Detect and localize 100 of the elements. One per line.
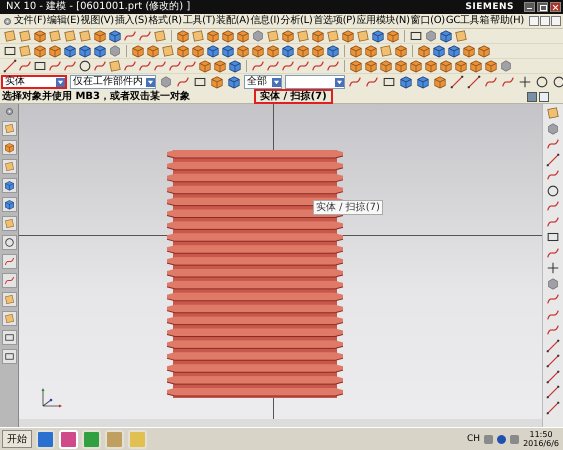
menu-item[interactable]: 视图(V) xyxy=(80,15,114,27)
cube-icon[interactable] xyxy=(131,44,145,58)
cube-icon[interactable] xyxy=(469,59,483,73)
caret-icon[interactable] xyxy=(57,78,64,86)
cube-icon[interactable] xyxy=(379,59,393,73)
curve-icon[interactable] xyxy=(546,292,560,306)
filter-dropdown[interactable]: 实体 xyxy=(1,75,67,89)
cube-icon[interactable] xyxy=(228,59,242,73)
line-icon[interactable] xyxy=(546,338,560,352)
curve-icon[interactable] xyxy=(176,75,190,89)
curve-icon[interactable] xyxy=(123,29,137,43)
sheet-icon[interactable] xyxy=(18,44,32,58)
filter-dropdown[interactable] xyxy=(285,75,345,89)
rectangle-icon[interactable] xyxy=(193,75,207,89)
curve-icon[interactable] xyxy=(546,137,560,151)
cube-icon[interactable] xyxy=(439,29,453,43)
gear-icon[interactable] xyxy=(4,106,14,117)
line-icon[interactable] xyxy=(450,75,464,89)
menu-item[interactable]: 工具(T) xyxy=(182,15,216,27)
curve-icon[interactable] xyxy=(546,246,560,260)
curve-icon[interactable] xyxy=(546,214,560,228)
menu-item[interactable]: 分析(L) xyxy=(280,15,312,27)
circle-icon[interactable] xyxy=(535,75,549,89)
cube-icon[interactable] xyxy=(206,44,220,58)
curve-icon[interactable] xyxy=(266,59,280,73)
start-button[interactable]: 开始 xyxy=(2,430,32,448)
cube-icon[interactable] xyxy=(227,75,241,89)
curve-icon[interactable] xyxy=(183,59,197,73)
cube-icon[interactable] xyxy=(296,44,310,58)
cube-icon[interactable] xyxy=(191,44,205,58)
gear-icon[interactable] xyxy=(2,16,13,26)
curve-icon[interactable] xyxy=(296,59,310,73)
circle-icon[interactable] xyxy=(546,184,560,198)
sheet-icon[interactable] xyxy=(379,44,393,58)
cube-icon[interactable] xyxy=(146,44,160,58)
curve-icon[interactable] xyxy=(546,308,560,322)
menu-item[interactable]: 文件(F) xyxy=(14,15,46,27)
sheet-icon[interactable] xyxy=(108,59,122,73)
cube-icon[interactable] xyxy=(198,59,212,73)
curve-icon[interactable] xyxy=(123,59,137,73)
cube-icon[interactable] xyxy=(326,44,340,58)
taskbar-app-icon[interactable] xyxy=(82,430,101,448)
line-icon[interactable] xyxy=(546,400,560,414)
filter-dropdown[interactable]: 全部 xyxy=(244,75,282,89)
cube-icon[interactable] xyxy=(416,75,430,89)
cube-icon[interactable] xyxy=(48,44,62,58)
curve-icon[interactable] xyxy=(326,59,340,73)
menu-item[interactable]: 格式(R) xyxy=(148,15,182,27)
circle-icon[interactable] xyxy=(78,59,92,73)
cube-icon[interactable] xyxy=(349,59,363,73)
cube-icon[interactable] xyxy=(394,59,408,73)
cube-icon[interactable] xyxy=(206,29,220,43)
cube-icon[interactable] xyxy=(251,44,265,58)
curve-icon[interactable] xyxy=(93,59,107,73)
menu-item[interactable]: 帮助(H) xyxy=(490,15,524,27)
cube-icon[interactable] xyxy=(93,29,107,43)
rectangle-icon[interactable] xyxy=(409,29,423,43)
cube-icon[interactable] xyxy=(311,29,325,43)
cube-icon[interactable] xyxy=(439,59,453,73)
filter-dropdown[interactable]: 仅在工作部件内 xyxy=(70,75,156,89)
curve-icon[interactable] xyxy=(281,59,295,73)
cube-icon[interactable] xyxy=(371,29,385,43)
line-icon[interactable] xyxy=(546,354,560,368)
rectangle-icon[interactable] xyxy=(382,75,396,89)
menu-item[interactable]: 窗口(O) xyxy=(410,15,445,27)
menu-item[interactable]: 插入(S) xyxy=(114,15,148,27)
curve-icon[interactable] xyxy=(138,29,152,43)
cube-icon[interactable] xyxy=(454,59,468,73)
curve-icon[interactable] xyxy=(484,75,498,89)
curve-icon[interactable] xyxy=(138,59,152,73)
curve-icon[interactable] xyxy=(546,168,560,182)
curve-icon[interactable] xyxy=(311,59,325,73)
rectangle-icon[interactable] xyxy=(33,59,47,73)
line-icon[interactable] xyxy=(546,152,560,166)
resource-tab[interactable] xyxy=(2,349,16,364)
resource-tab[interactable] xyxy=(2,197,16,212)
curve-icon[interactable] xyxy=(48,59,62,73)
taskbar-app-icon[interactable] xyxy=(36,430,55,448)
cube-icon[interactable] xyxy=(108,29,122,43)
cube-icon[interactable] xyxy=(364,44,378,58)
shape-icon[interactable] xyxy=(159,75,173,89)
cube-icon[interactable] xyxy=(236,29,250,43)
cube-icon[interactable] xyxy=(447,44,461,58)
cube-icon[interactable] xyxy=(432,44,446,58)
cube-icon[interactable] xyxy=(221,29,235,43)
cube-icon[interactable] xyxy=(210,75,224,89)
cube-icon[interactable] xyxy=(386,29,400,43)
menu-item[interactable]: 信息(I) xyxy=(250,15,280,27)
curve-icon[interactable] xyxy=(501,75,515,89)
line-icon[interactable] xyxy=(546,370,560,384)
cube-icon[interactable] xyxy=(462,44,476,58)
curve-icon[interactable] xyxy=(251,59,265,73)
line-icon[interactable] xyxy=(467,75,481,89)
cube-icon[interactable] xyxy=(236,44,250,58)
cube-icon[interactable] xyxy=(33,29,47,43)
menu-item[interactable]: 编辑(E) xyxy=(47,15,80,27)
cube-icon[interactable] xyxy=(409,59,423,73)
cube-icon[interactable] xyxy=(364,59,378,73)
sheet-icon[interactable] xyxy=(161,44,175,58)
cube-icon[interactable] xyxy=(477,44,491,58)
